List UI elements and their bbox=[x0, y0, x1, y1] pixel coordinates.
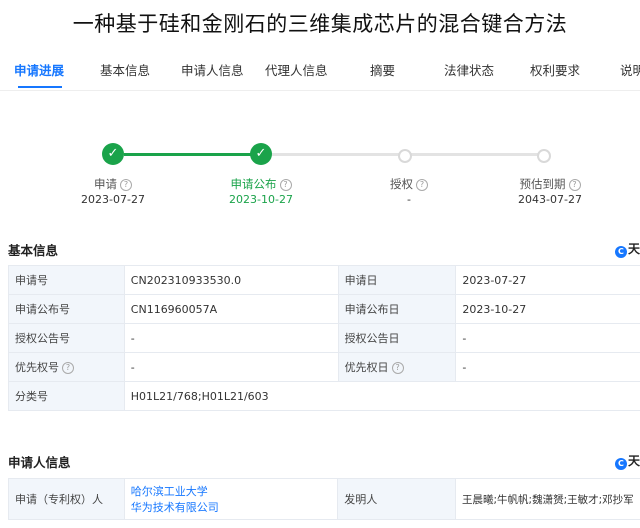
step-date-apply: 2023-07-27 bbox=[81, 193, 145, 206]
brand-logo: C天 bbox=[614, 452, 640, 470]
cell-value: CN202310933530.0 bbox=[123, 265, 339, 295]
pending-step-dot bbox=[398, 149, 412, 163]
help-icon[interactable]: ? bbox=[391, 362, 404, 374]
table-row: 授权公告号 - 授权公告日 - bbox=[8, 323, 640, 353]
tab-basic-info[interactable]: 基本信息 bbox=[100, 60, 150, 79]
cell-value: H01L21/768;H01L21/603 bbox=[123, 381, 640, 411]
tab-description[interactable]: 说明 bbox=[620, 60, 640, 79]
cell-key: 申请（专利权）人 bbox=[8, 478, 125, 520]
tab-claims[interactable]: 权利要求 bbox=[530, 60, 580, 79]
cell-key: 申请日 bbox=[337, 265, 457, 295]
applicant-link[interactable]: 哈尔滨工业大学 bbox=[131, 483, 331, 499]
table-row: 申请公布号 CN116960057A 申请公布日 2023-10-27 bbox=[8, 294, 640, 324]
cell-key: 授权公告号 bbox=[8, 323, 125, 353]
cell-value: CN116960057A bbox=[123, 294, 339, 324]
step-label-apply: 申请? bbox=[53, 176, 173, 192]
cell-value: 哈尔滨工业大学 华为技术有限公司 bbox=[123, 478, 339, 520]
cell-key: 申请号 bbox=[8, 265, 125, 295]
tab-bar: 申请进展 基本信息 申请人信息 代理人信息 摘要 法律状态 权利要求 说明 bbox=[0, 60, 640, 86]
step-label-publish: 申请公布? bbox=[201, 176, 321, 192]
progress-track-done bbox=[124, 153, 252, 156]
applicant-info-table: 申请（专利权）人 哈尔滨工业大学 华为技术有限公司 发明人 王晨曦;牛帆帆;魏潇… bbox=[8, 478, 640, 520]
help-icon[interactable]: ? bbox=[568, 179, 581, 191]
step-label-grant: 授权? bbox=[349, 176, 469, 192]
tab-agent-info[interactable]: 代理人信息 bbox=[265, 60, 328, 79]
check-icon: ✓ bbox=[250, 143, 272, 165]
cell-key: 发明人 bbox=[337, 478, 456, 520]
step-date-grant: - bbox=[407, 193, 411, 206]
cell-value: 2023-10-27 bbox=[455, 294, 640, 324]
page-title: 一种基于硅和金刚石的三维集成芯片的混合键合方法 bbox=[72, 12, 568, 36]
help-icon[interactable]: ? bbox=[279, 179, 292, 191]
cell-value: - bbox=[123, 352, 339, 382]
table-row: 分类号 H01L21/768;H01L21/603 bbox=[8, 381, 640, 411]
pending-step-dot bbox=[537, 149, 551, 163]
help-icon[interactable]: ? bbox=[120, 179, 132, 191]
tab-progress[interactable]: 申请进展 bbox=[14, 60, 64, 79]
tabs-divider bbox=[0, 90, 640, 91]
cell-value: - bbox=[455, 323, 640, 353]
cell-value: 王晨曦;牛帆帆;魏潇赟;王敏才;邓抄军 bbox=[455, 478, 640, 520]
table-row: 优先权号? - 优先权日? - bbox=[8, 352, 640, 382]
brand-logo-icon: C bbox=[614, 458, 627, 470]
applicant-info-heading: 申请人信息 bbox=[8, 455, 71, 470]
brand-logo: C天 bbox=[614, 240, 640, 258]
step-label-expiry: 预估到期? bbox=[490, 176, 610, 192]
tab-abstract[interactable]: 摘要 bbox=[370, 60, 395, 79]
brand-logo-icon: C bbox=[614, 246, 627, 258]
cell-key: 分类号 bbox=[8, 381, 125, 411]
cell-key: 授权公告日 bbox=[337, 323, 457, 353]
step-date-expiry: 2043-07-27 bbox=[518, 193, 582, 206]
help-icon[interactable]: ? bbox=[62, 362, 74, 374]
cell-key: 优先权号? bbox=[8, 352, 125, 382]
help-icon[interactable]: ? bbox=[416, 179, 428, 191]
table-row: 申请（专利权）人 哈尔滨工业大学 华为技术有限公司 发明人 王晨曦;牛帆帆;魏潇… bbox=[8, 478, 640, 520]
cell-value: 2023-07-27 bbox=[455, 265, 640, 295]
step-date-publish: 2023-10-27 bbox=[229, 193, 293, 206]
active-tab-indicator bbox=[18, 86, 62, 88]
applicant-link[interactable]: 华为技术有限公司 bbox=[131, 499, 331, 515]
cell-value: - bbox=[455, 352, 640, 382]
tab-applicant-info[interactable]: 申请人信息 bbox=[181, 60, 244, 79]
cell-key: 申请公布日 bbox=[337, 294, 457, 324]
cell-key: 优先权日? bbox=[337, 352, 457, 382]
table-row: 申请号 CN202310933530.0 申请日 2023-07-27 bbox=[8, 265, 640, 295]
check-icon: ✓ bbox=[102, 143, 124, 165]
basic-info-heading: 基本信息 bbox=[8, 243, 59, 258]
cell-key: 申请公布号 bbox=[8, 294, 125, 324]
basic-info-table: 申请号 CN202310933530.0 申请日 2023-07-27 申请公布… bbox=[8, 265, 640, 411]
cell-value: - bbox=[123, 323, 339, 353]
tab-legal-status[interactable]: 法律状态 bbox=[444, 60, 494, 79]
